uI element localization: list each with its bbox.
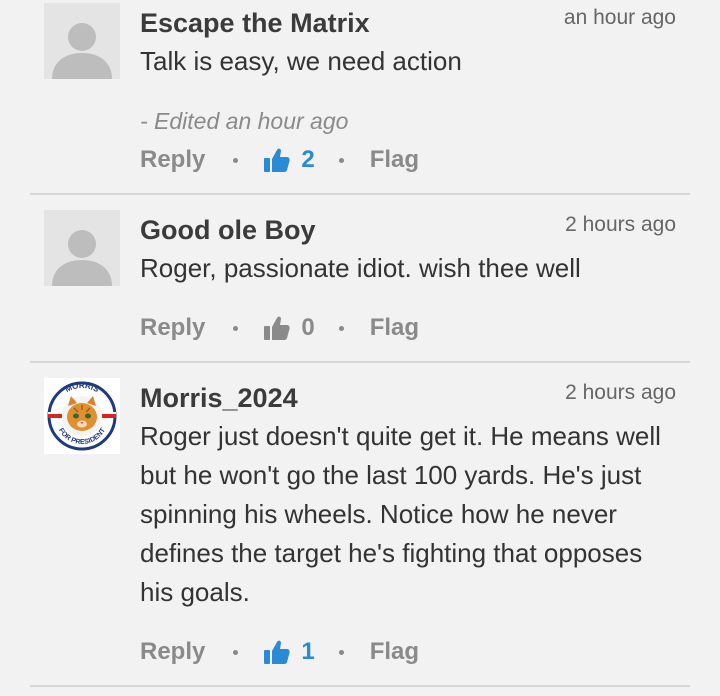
comment-divider: [30, 685, 690, 687]
comment-author[interactable]: Good ole Boy: [140, 214, 316, 246]
comment-timestamp[interactable]: 2 hours ago: [565, 212, 676, 238]
flag-button[interactable]: Flag: [370, 146, 419, 174]
flag-button[interactable]: Flag: [370, 638, 419, 666]
edited-note: - Edited an hour ago: [140, 108, 349, 134]
like-count: 2: [301, 146, 315, 173]
like-button[interactable]: 0: [263, 314, 315, 342]
avatar[interactable]: [44, 210, 120, 286]
separator-dot: [338, 649, 344, 655]
comment-timestamp[interactable]: 2 hours ago: [565, 380, 676, 406]
default-user-icon: [44, 210, 120, 286]
reply-button[interactable]: Reply: [140, 638, 205, 666]
avatar[interactable]: MORRIS FOR PRESIDENT: [44, 378, 120, 454]
separator-dot: [233, 325, 239, 331]
separator-dot: [233, 649, 239, 655]
comment-author[interactable]: Escape the Matrix: [140, 7, 370, 39]
reply-button[interactable]: Reply: [140, 146, 205, 174]
comment-divider: [30, 361, 690, 363]
flag-button[interactable]: Flag: [370, 314, 419, 342]
like-button[interactable]: 2: [263, 146, 315, 174]
separator-dot: [338, 157, 344, 163]
thumbs-up-icon: [264, 148, 290, 172]
comment-divider: [30, 193, 690, 195]
comment-body: Talk is easy, we need action: [140, 46, 462, 76]
separator-dot: [233, 157, 239, 163]
comment-actions: Reply 1 Flag: [140, 635, 419, 669]
comment-body: Roger, passionate idiot. wish thee well: [140, 253, 581, 283]
morris-cat-badge-icon: MORRIS FOR PRESIDENT: [44, 378, 120, 454]
reply-button[interactable]: Reply: [140, 314, 205, 342]
separator-dot: [338, 325, 344, 331]
comment-timestamp[interactable]: an hour ago: [564, 5, 676, 31]
default-user-icon: [44, 3, 120, 79]
avatar[interactable]: [44, 3, 120, 79]
thumbs-up-icon: [264, 640, 290, 664]
comment-body: Roger just doesn't quite get it. He mean…: [140, 421, 661, 607]
like-count: 1: [301, 638, 315, 665]
like-count: 0: [301, 314, 315, 341]
like-button[interactable]: 1: [263, 638, 315, 666]
comment-author[interactable]: Morris_2024: [140, 382, 298, 414]
comment-actions: Reply 0 Flag: [140, 311, 419, 345]
thumbs-up-icon: [264, 316, 290, 340]
comment-thread: Escape the Matrix an hour ago Talk is ea…: [0, 0, 720, 696]
comment-actions: Reply 2 Flag: [140, 143, 419, 177]
